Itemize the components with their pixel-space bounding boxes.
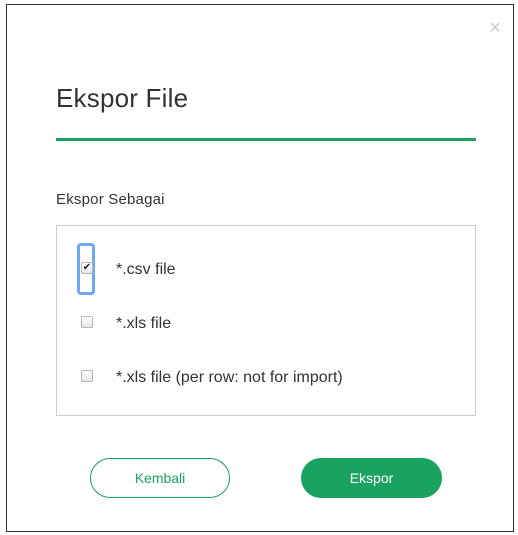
option-xls-per-row-label: *.xls file (per row: not for import) [116, 369, 343, 386]
checkbox-csv[interactable]: ✔ [79, 260, 97, 278]
title-divider [56, 138, 476, 141]
checkbox-xls[interactable] [79, 314, 97, 332]
export-options-group: ✔ *.csv file *.xls file *.xls file (per … [56, 225, 476, 416]
checkbox-xls-per-row[interactable] [79, 368, 97, 386]
checkbox-empty-icon [81, 370, 93, 382]
export-button[interactable]: Ekspor [301, 458, 442, 498]
checkbox-empty-icon [81, 316, 93, 328]
option-csv-label: *.csv file [116, 261, 176, 278]
option-xls-label: *.xls file [116, 315, 172, 332]
close-icon[interactable]: × [488, 18, 502, 38]
dialog-title: Ekspor File [56, 83, 189, 113]
export-file-dialog: × Ekspor File Ekspor Sebagai ✔ *.csv fil… [6, 4, 514, 532]
checkmark-icon: ✔ [81, 262, 93, 274]
back-button[interactable]: Kembali [90, 458, 230, 498]
export-as-label: Ekspor Sebagai [56, 191, 165, 208]
